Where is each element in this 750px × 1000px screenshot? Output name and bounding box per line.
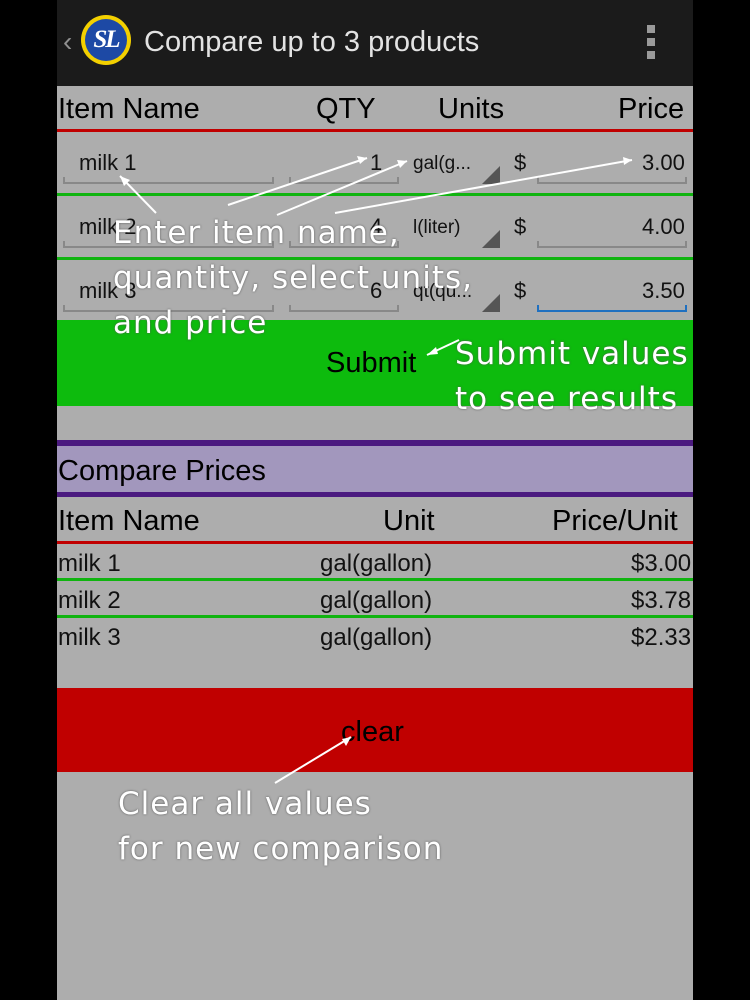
item-name-underline [63,177,274,184]
annotation-line: and price [113,305,268,341]
qty-underline [289,177,399,184]
results-header-price-per-unit: Price/Unit [552,505,678,537]
results-header-item-name: Item Name [58,505,200,537]
result-price: $3.78 [631,587,692,614]
page-title: Compare up to 3 products [144,26,480,58]
annotation-line: Submit values [455,336,689,372]
back-icon[interactable]: ‹ [63,26,72,58]
results-header-unit: Unit [383,505,435,537]
annotation-submit: Submit values to see results [455,332,689,422]
row-divider [57,193,693,196]
dropdown-caret-icon[interactable] [482,166,500,184]
row-divider [57,578,693,581]
clear-button-label: clear [341,716,404,748]
row-divider [57,615,693,618]
result-price: $2.33 [631,624,692,651]
result-item-name: milk 2 [58,587,121,614]
results-header-divider [57,541,693,544]
submit-button-label: Submit [326,347,417,379]
app-screen: ‹ SL Compare up to 3 products Item Name … [57,0,693,1000]
currency-symbol: $ [514,278,527,303]
header-item-name: Item Name [58,93,200,125]
header-divider [57,129,693,132]
annotation-line: to see results [455,381,678,417]
price-field[interactable]: 3.00 [642,150,685,176]
result-unit: gal(gallon) [320,587,433,614]
result-price: $3.00 [631,550,692,577]
header-qty: QTY [316,93,376,125]
annotation-line: for new comparison [118,831,444,867]
result-unit: gal(gallon) [320,624,433,651]
annotation-line: Clear all values [118,786,372,822]
price-underline [537,241,687,248]
section-divider-bottom [57,492,693,497]
units-select[interactable]: gal(g... [413,153,471,175]
dropdown-caret-icon[interactable] [482,294,500,312]
action-bar: ‹ SL Compare up to 3 products [57,0,693,86]
result-item-name: milk 1 [58,550,121,577]
header-units: Units [438,93,505,125]
result-unit: gal(gallon) [320,550,433,577]
annotation-line: quantity, select units, [113,260,473,296]
logo-text: SL [85,19,127,61]
overflow-menu-icon[interactable] [647,25,655,61]
annotation-enter-values: Enter item name, quantity, select units,… [113,211,473,346]
dropdown-caret-icon[interactable] [482,230,500,248]
compare-prices-title: Compare Prices [58,455,266,487]
currency-symbol: $ [514,150,527,175]
price-field[interactable]: 4.00 [642,214,685,240]
annotation-line: Enter item name, [113,215,400,251]
currency-symbol: $ [514,214,527,239]
app-logo[interactable]: SL [81,15,131,65]
price-underline [537,177,687,184]
header-price: Price [618,93,685,125]
arrow-to-units [276,160,408,216]
qty-field[interactable]: 1 [370,150,382,176]
price-underline-focused [537,305,687,312]
annotation-clear: Clear all values for new comparison [118,782,443,872]
price-field[interactable]: 3.50 [642,278,685,304]
result-item-name: milk 3 [58,624,121,651]
item-name-field[interactable]: milk 1 [79,150,136,176]
